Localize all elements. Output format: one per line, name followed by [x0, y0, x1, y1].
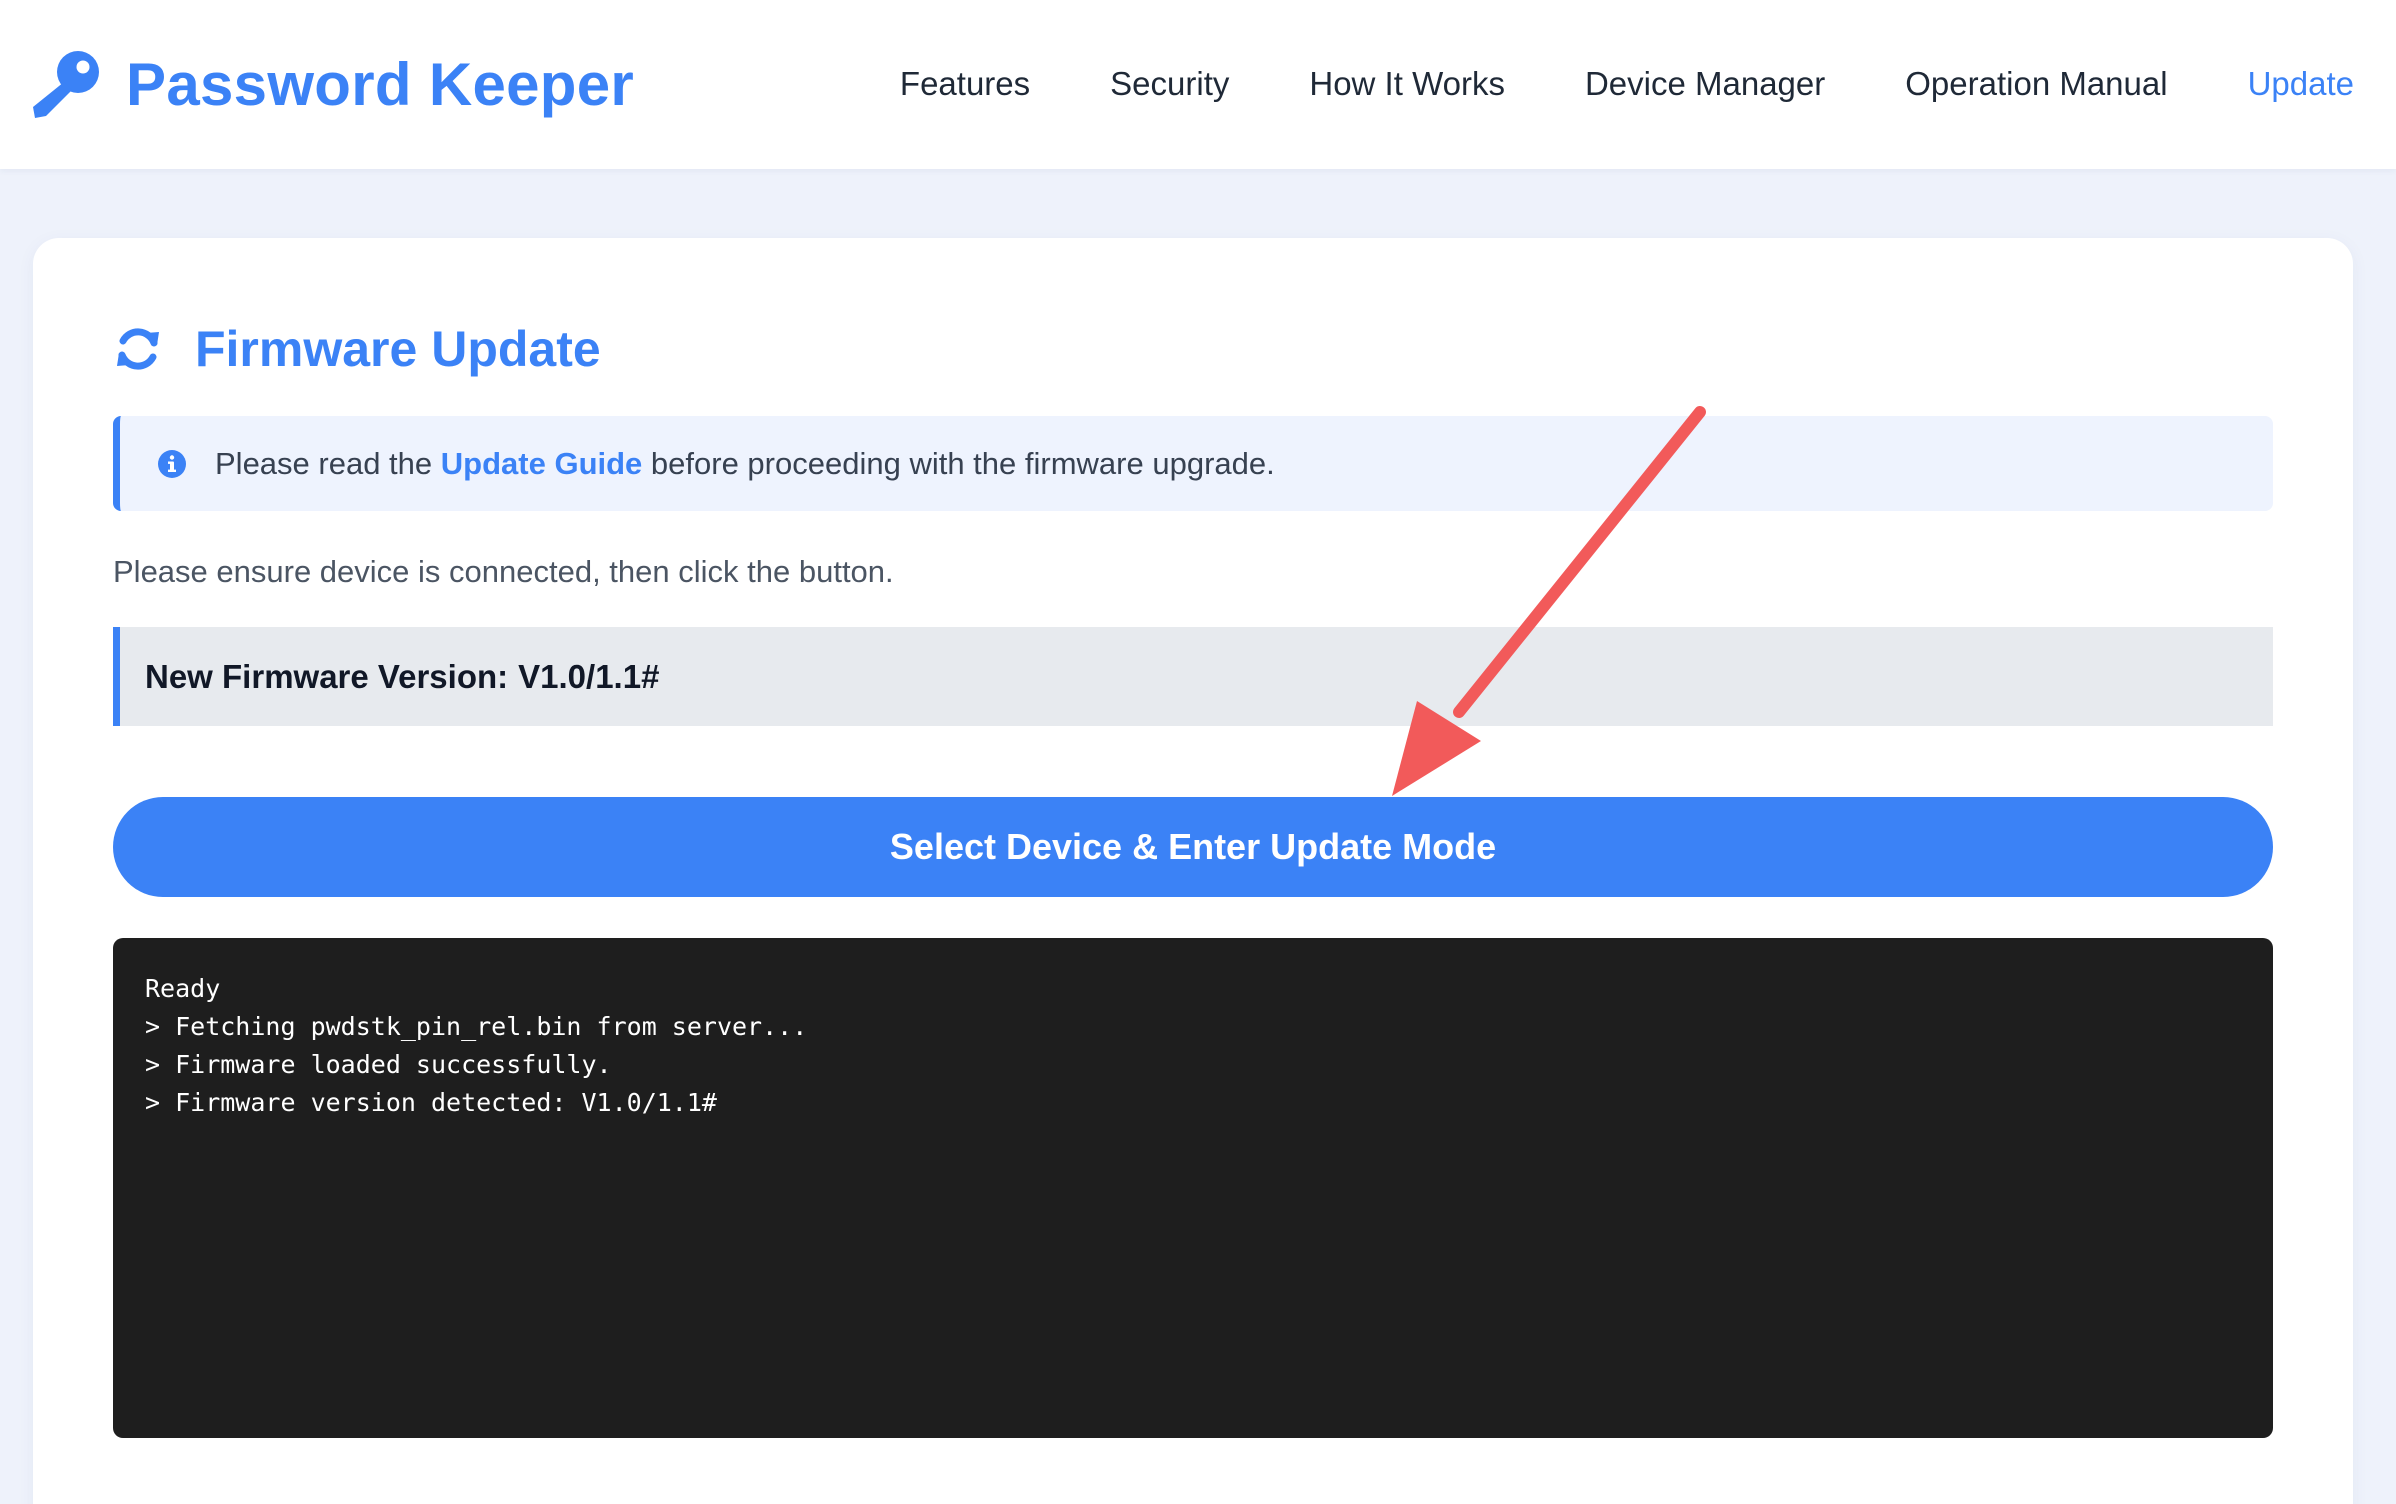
firmware-version-value: V1.0/1.1#: [518, 657, 660, 695]
brand-logo-link[interactable]: Password Keeper: [30, 44, 634, 124]
page-title: Firmware Update: [113, 314, 601, 384]
connection-instruction: Please ensure device is connected, then …: [113, 554, 894, 589]
firmware-version-label: New Firmware Version:: [145, 657, 509, 695]
firmware-version-box: New Firmware Version: V1.0/1.1#: [113, 627, 2273, 726]
brand-name: Password Keeper: [126, 50, 635, 118]
page: Password Keeper Features Security How It…: [0, 0, 2396, 1504]
main-nav: Features Security How It Works Device Ma…: [900, 52, 2354, 116]
nav-item-operation-manual[interactable]: Operation Manual: [1905, 65, 2167, 103]
update-guide-link[interactable]: Update Guide: [441, 446, 643, 481]
info-suffix: before proceeding with the firmware upgr…: [650, 445, 1275, 481]
info-notice: Please read the Update Guide before proc…: [113, 416, 2273, 511]
nav-item-how-it-works[interactable]: How It Works: [1309, 65, 1505, 103]
console-line: Ready: [145, 974, 221, 1003]
console-line: > Firmware version detected: V1.0/1.1#: [145, 1088, 717, 1117]
info-text: Please read the Update Guide before proc…: [215, 446, 1275, 482]
console-output: Ready > Fetching pwdstk_pin_rel.bin from…: [113, 938, 2273, 1438]
site-header: Password Keeper Features Security How It…: [0, 0, 2396, 169]
nav-item-features[interactable]: Features: [900, 65, 1030, 103]
key-icon: [33, 51, 99, 118]
sync-icon: [117, 328, 159, 370]
nav-item-security[interactable]: Security: [1110, 65, 1229, 103]
console-line: > Firmware loaded successfully.: [145, 1050, 612, 1079]
info-icon: [158, 449, 186, 478]
page-title-text: Firmware Update: [195, 321, 601, 377]
select-device-button[interactable]: Select Device & Enter Update Mode: [113, 797, 2273, 897]
firmware-update-card: Firmware Update Please read the Update G…: [33, 238, 2353, 1504]
console-line: > Fetching pwdstk_pin_rel.bin from serve…: [145, 1012, 808, 1041]
nav-item-device-manager[interactable]: Device Manager: [1585, 65, 1825, 103]
nav-item-update[interactable]: Update: [2248, 65, 2354, 103]
info-prefix: Please read the: [215, 445, 433, 481]
